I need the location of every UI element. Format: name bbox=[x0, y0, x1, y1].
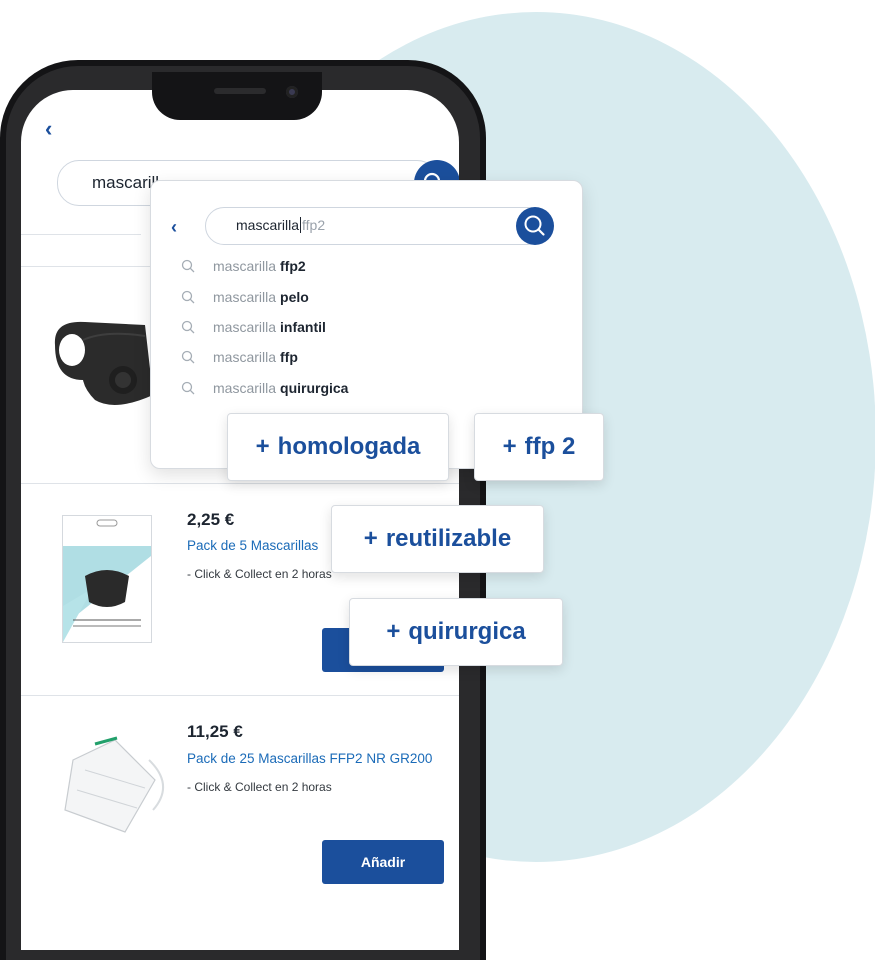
ffp2-mask-image bbox=[64, 736, 164, 833]
search-icon bbox=[524, 215, 545, 236]
front-camera bbox=[286, 86, 298, 98]
product-availability: - Click & Collect en 2 horas bbox=[187, 780, 332, 794]
search-icon bbox=[181, 290, 195, 304]
suggestion-item[interactable]: mascarilla ffp bbox=[181, 347, 298, 367]
chip-reutilizable[interactable]: + reutilizable bbox=[331, 505, 544, 573]
search-icon bbox=[181, 320, 195, 334]
divider bbox=[21, 695, 459, 696]
plus-icon: + bbox=[386, 618, 401, 645]
divider bbox=[21, 483, 459, 484]
text-cursor bbox=[300, 217, 302, 233]
search-button[interactable] bbox=[516, 207, 554, 245]
search-input[interactable]: mascarilla ffp2 bbox=[205, 207, 547, 245]
typed-text: mascarilla bbox=[236, 217, 300, 233]
product-name-link[interactable]: Pack de 25 Mascarillas FFP2 NR GR200 bbox=[187, 751, 432, 766]
product-price: 2,25 € bbox=[187, 510, 235, 529]
back-arrow-icon[interactable]: ‹ bbox=[171, 217, 177, 238]
product-price: 11,25 € bbox=[187, 722, 243, 741]
product-image bbox=[62, 515, 152, 643]
autocomplete-hint: ffp2 bbox=[302, 217, 326, 233]
black-mask-image bbox=[54, 321, 153, 405]
search-icon bbox=[181, 381, 195, 395]
chip-quirurgica[interactable]: + quirurgica bbox=[349, 598, 563, 666]
suggestion-item[interactable]: mascarilla pelo bbox=[181, 287, 309, 307]
chip-homologada[interactable]: + homologada bbox=[227, 413, 449, 481]
divider bbox=[21, 234, 141, 235]
product-name-link[interactable]: Pack de 5 Mascarillas bbox=[187, 538, 318, 553]
add-to-cart-button[interactable]: Añadir bbox=[322, 840, 444, 884]
back-arrow-icon[interactable]: ‹ bbox=[45, 116, 52, 142]
search-icon bbox=[181, 350, 195, 364]
product-availability: - Click & Collect en 2 horas bbox=[187, 567, 332, 581]
suggestion-item[interactable]: mascarilla quirurgica bbox=[181, 378, 348, 398]
suggestion-item[interactable]: mascarilla infantil bbox=[181, 317, 326, 337]
plus-icon: + bbox=[502, 433, 517, 460]
plus-icon: + bbox=[363, 525, 378, 552]
chip-ffp2[interactable]: + ffp 2 bbox=[474, 413, 604, 481]
speaker-grille bbox=[214, 88, 266, 94]
suggestion-item[interactable]: mascarilla ffp2 bbox=[181, 256, 306, 276]
plus-icon: + bbox=[255, 433, 270, 460]
search-query: mascarill bbox=[92, 173, 160, 192]
phone-notch bbox=[152, 72, 322, 120]
search-icon bbox=[181, 259, 195, 273]
